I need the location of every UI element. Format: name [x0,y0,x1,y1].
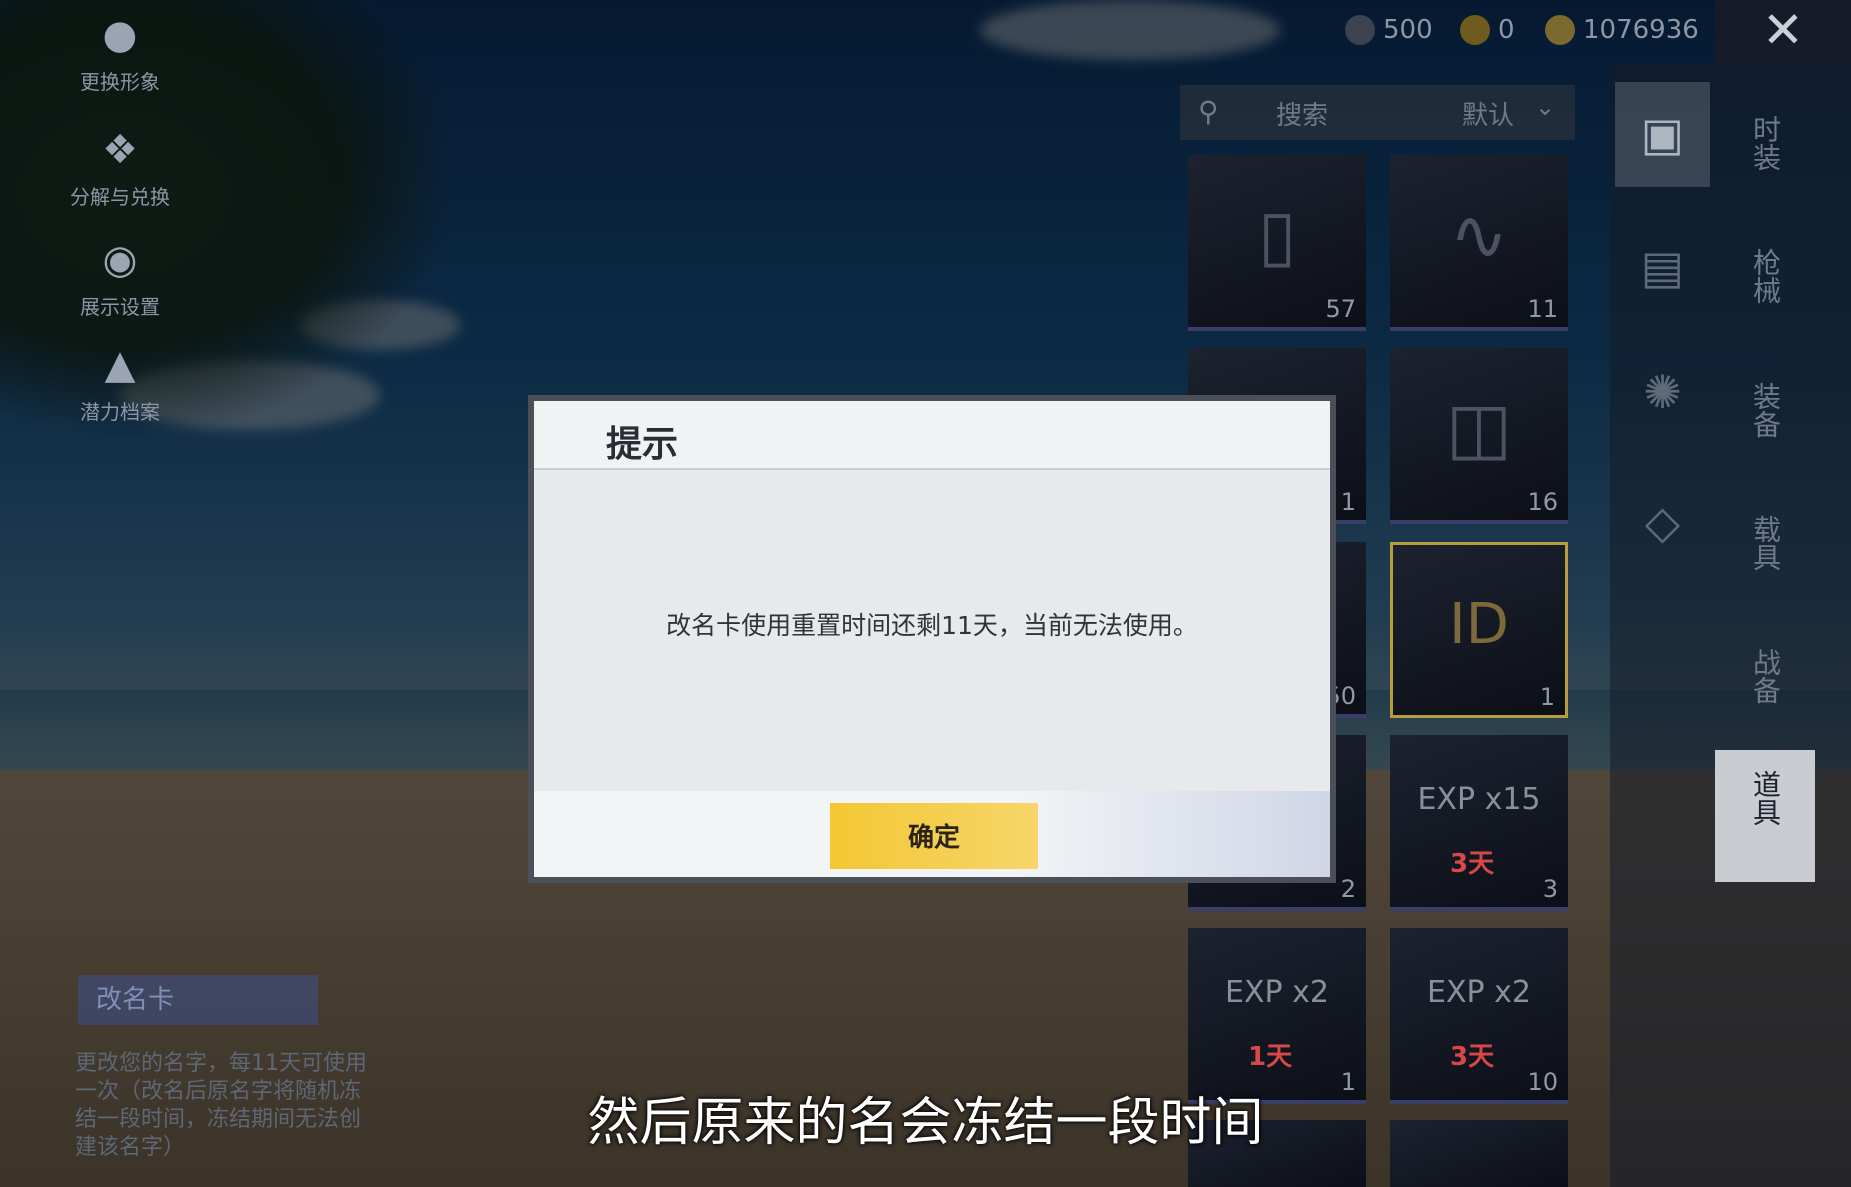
tab-label: 载具 [1749,515,1782,571]
dialog-header: 提示 [534,401,1330,470]
menu-potential[interactable]: ▲ 潜力档案 [60,340,180,425]
voucher-icon[interactable]: ◇ [1615,470,1710,575]
currency-silver: 500 [1345,12,1433,48]
exp-card-icon: EXP x15 [1417,782,1541,817]
bp-coin-icon [1545,15,1575,45]
currency-value: 1076936 [1583,15,1699,45]
menu-label: 展示设置 [80,295,160,319]
puzzle-icon: ❖ [102,127,138,173]
currency-gold: 0 [1460,12,1515,48]
sort-dropdown[interactable]: 默认 [1462,95,1514,132]
duration-badge: 3天 [1450,1042,1495,1072]
person-icon: ● [102,12,138,58]
inventory-slot[interactable]: ▯ 57 [1188,155,1366,331]
multiplier: x2 [1292,975,1329,1010]
currency-value: 500 [1383,15,1433,45]
duration-badge: 1天 [1248,1042,1293,1072]
multiplier: x2 [1494,975,1531,1010]
menu-display-settings[interactable]: ◉ 展示设置 [60,235,180,320]
currency-bp: 1076936 [1545,12,1699,48]
eye-icon: ◉ [102,237,138,283]
tab-equipment[interactable]: 装备 [1715,362,1815,472]
inventory-slot[interactable]: EXP x2 1天 1 [1188,928,1366,1104]
tab-label: 时装 [1749,115,1782,171]
alert-dialog: 提示 改名卡使用重置时间还剩11天，当前无法使用。 确定 [528,395,1336,883]
exp-card-icon: EXP x2 [1225,975,1329,1010]
item-count: 16 [1527,488,1558,516]
silver-coin-icon [1345,15,1375,45]
inventory-slot[interactable]: ◫ 16 [1390,348,1568,524]
menu-label: 分解与兑换 [70,185,170,209]
item-count: 1 [1539,683,1555,711]
dialog-title: 提示 [606,424,679,465]
inventory-slot[interactable]: ∿ 11 [1390,155,1568,331]
gold-coin-icon [1460,15,1490,45]
chevron-down-icon: ⌄ [1535,93,1556,121]
inventory-slot[interactable]: EXP x2 3天 10 [1390,928,1568,1104]
flame-icon: ▲ [104,342,136,388]
search-input[interactable]: 搜索 [1276,95,1328,132]
tab-label: 道具 [1749,770,1782,826]
tab-vehicles[interactable]: 载具 [1715,495,1815,605]
crate-icon[interactable]: ▤ [1615,215,1710,320]
multiplier: x15 [1484,782,1541,817]
duration-badge: 3天 [1450,849,1495,879]
menu-change-appearance[interactable]: ● 更换形象 [60,10,180,95]
search-icon: ⚲ [1198,95,1219,128]
sparkle-icon[interactable]: ✺ [1615,340,1710,445]
item-count: 2 [1340,875,1356,903]
dialog-message: 改名卡使用重置时间还剩11天，当前无法使用。 [666,611,1198,640]
tab-items[interactable]: 道具 [1715,750,1815,882]
fashion-card-icon[interactable]: ▣ [1615,82,1710,187]
currency-value: 0 [1498,15,1515,45]
item-count: 1 [1340,488,1356,516]
tab-fashion[interactable]: 时装 [1715,95,1815,205]
confirm-button[interactable]: 确定 [830,803,1038,869]
tab-label: 战备 [1749,648,1782,704]
close-button[interactable]: ✕ [1715,0,1851,64]
item-name-label: 改名卡 [78,975,318,1025]
tab-label: 枪械 [1749,248,1782,304]
item-count: 11 [1527,295,1558,323]
menu-label: 更换形象 [80,70,160,94]
inventory-slot-rename-card[interactable]: ID 1 [1390,542,1568,718]
inventory-slot[interactable]: EXP x15 3天 3 [1390,735,1568,911]
item-count: 57 [1325,295,1356,323]
item-count: 3 [1542,875,1558,903]
tab-weapons[interactable]: 枪械 [1715,228,1815,338]
tab-combat-prep[interactable]: 战备 [1715,628,1815,738]
video-subtitle: 然后原来的名会冻结一段时间 [587,1093,1264,1153]
tab-label: 装备 [1749,382,1782,438]
search-bar[interactable]: ⚲ 搜索 默认 ⌄ [1180,85,1575,140]
menu-label: 潜力档案 [80,400,160,424]
close-icon: ✕ [1762,1,1804,59]
menu-decompose[interactable]: ❖ 分解与兑换 [60,125,180,210]
